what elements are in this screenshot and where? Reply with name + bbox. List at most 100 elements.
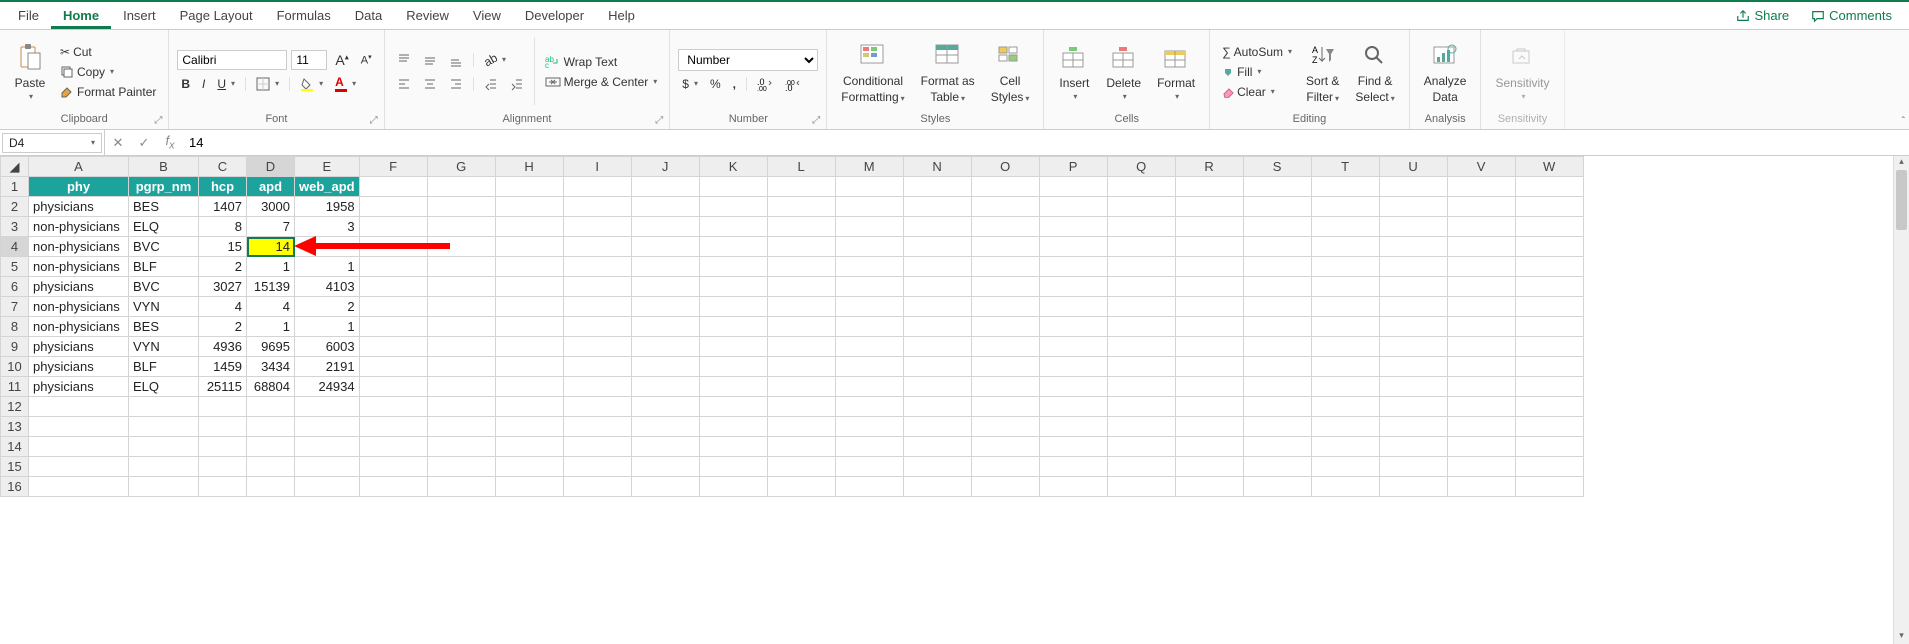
cell-P14[interactable] — [1039, 437, 1107, 457]
cell-P8[interactable] — [1039, 317, 1107, 337]
cell-E16[interactable] — [295, 477, 360, 497]
column-header-U[interactable]: U — [1379, 157, 1447, 177]
cell-M7[interactable] — [835, 297, 903, 317]
cell-L8[interactable] — [767, 317, 835, 337]
cell-U12[interactable] — [1379, 397, 1447, 417]
cell-F7[interactable] — [359, 297, 427, 317]
merge-center-button[interactable]: Merge & Center ▾ — [541, 73, 662, 91]
cell-E12[interactable] — [295, 397, 360, 417]
name-box[interactable]: D4 ▾ — [2, 133, 102, 153]
cell-B16[interactable] — [129, 477, 199, 497]
cell-E2[interactable]: 1958 — [295, 197, 360, 217]
cell-F9[interactable] — [359, 337, 427, 357]
cell-O1[interactable] — [971, 177, 1039, 197]
cell-N2[interactable] — [903, 197, 971, 217]
cell-O15[interactable] — [971, 457, 1039, 477]
cell-Q6[interactable] — [1107, 277, 1175, 297]
tab-view[interactable]: View — [461, 3, 513, 28]
cell-D12[interactable] — [247, 397, 295, 417]
cell-B15[interactable] — [129, 457, 199, 477]
cell-R1[interactable] — [1175, 177, 1243, 197]
cell-B11[interactable]: ELQ — [129, 377, 199, 397]
cell-H4[interactable] — [495, 237, 563, 257]
cell-L5[interactable] — [767, 257, 835, 277]
cell-I3[interactable] — [563, 217, 631, 237]
cell-R2[interactable] — [1175, 197, 1243, 217]
cell-M13[interactable] — [835, 417, 903, 437]
cell-F1[interactable] — [359, 177, 427, 197]
cell-O4[interactable] — [971, 237, 1039, 257]
cell-L15[interactable] — [767, 457, 835, 477]
cell-E9[interactable]: 6003 — [295, 337, 360, 357]
cell-S4[interactable] — [1243, 237, 1311, 257]
cell-T12[interactable] — [1311, 397, 1379, 417]
cell-P11[interactable] — [1039, 377, 1107, 397]
cell-R5[interactable] — [1175, 257, 1243, 277]
cell-S1[interactable] — [1243, 177, 1311, 197]
cell-L11[interactable] — [767, 377, 835, 397]
cell-T11[interactable] — [1311, 377, 1379, 397]
cell-Q9[interactable] — [1107, 337, 1175, 357]
cell-D3[interactable]: 7 — [247, 217, 295, 237]
font-color-button[interactable]: A▾ — [331, 73, 360, 94]
cell-H16[interactable] — [495, 477, 563, 497]
dialog-launcher-icon[interactable]: ⤢ — [812, 115, 820, 126]
font-name-input[interactable] — [177, 50, 287, 70]
cell-F5[interactable] — [359, 257, 427, 277]
spreadsheet-grid[interactable]: ◢ ABCDEFGHIJKLMNOPQRSTUVW 1phypgrp_nmhcp… — [0, 156, 1584, 497]
cell-I12[interactable] — [563, 397, 631, 417]
tab-formulas[interactable]: Formulas — [265, 3, 343, 28]
cell-G14[interactable] — [427, 437, 495, 457]
tab-help[interactable]: Help — [596, 3, 647, 28]
cell-R8[interactable] — [1175, 317, 1243, 337]
cell-W5[interactable] — [1515, 257, 1583, 277]
cell-D6[interactable]: 15139 — [247, 277, 295, 297]
cell-C13[interactable] — [199, 417, 247, 437]
cell-V14[interactable] — [1447, 437, 1515, 457]
cell-R6[interactable] — [1175, 277, 1243, 297]
cell-G9[interactable] — [427, 337, 495, 357]
cell-N14[interactable] — [903, 437, 971, 457]
cell-H2[interactable] — [495, 197, 563, 217]
cell-W8[interactable] — [1515, 317, 1583, 337]
cell-D14[interactable] — [247, 437, 295, 457]
cell-J3[interactable] — [631, 217, 699, 237]
wrap-text-button[interactable]: abc Wrap Text — [541, 53, 662, 71]
cell-C9[interactable]: 4936 — [199, 337, 247, 357]
cell-M9[interactable] — [835, 337, 903, 357]
row-header-11[interactable]: 11 — [1, 377, 29, 397]
cell-Q15[interactable] — [1107, 457, 1175, 477]
cell-A6[interactable]: physicians — [29, 277, 129, 297]
cell-K12[interactable] — [699, 397, 767, 417]
cell-R16[interactable] — [1175, 477, 1243, 497]
conditional-formatting-button[interactable]: Conditional Formatting▾ — [835, 38, 910, 106]
column-header-M[interactable]: M — [835, 157, 903, 177]
cell-K3[interactable] — [699, 217, 767, 237]
cell-J7[interactable] — [631, 297, 699, 317]
cell-A13[interactable] — [29, 417, 129, 437]
fill-color-button[interactable]: ▾ — [296, 75, 327, 93]
column-header-T[interactable]: T — [1311, 157, 1379, 177]
cell-M11[interactable] — [835, 377, 903, 397]
cell-B4[interactable]: BVC — [129, 237, 199, 257]
format-as-table-button[interactable]: Format as Table▾ — [915, 38, 981, 106]
cell-C5[interactable]: 2 — [199, 257, 247, 277]
cell-C12[interactable] — [199, 397, 247, 417]
cell-Q4[interactable] — [1107, 237, 1175, 257]
cell-R14[interactable] — [1175, 437, 1243, 457]
cell-C8[interactable]: 2 — [199, 317, 247, 337]
cell-H15[interactable] — [495, 457, 563, 477]
cell-R11[interactable] — [1175, 377, 1243, 397]
cell-S5[interactable] — [1243, 257, 1311, 277]
cell-A4[interactable]: non-physicians — [29, 237, 129, 257]
cell-G13[interactable] — [427, 417, 495, 437]
cell-N16[interactable] — [903, 477, 971, 497]
row-header-12[interactable]: 12 — [1, 397, 29, 417]
dialog-launcher-icon[interactable]: ⤢ — [154, 115, 162, 126]
cell-T7[interactable] — [1311, 297, 1379, 317]
cell-N15[interactable] — [903, 457, 971, 477]
cell-S10[interactable] — [1243, 357, 1311, 377]
row-header-2[interactable]: 2 — [1, 197, 29, 217]
cell-S15[interactable] — [1243, 457, 1311, 477]
cell-H5[interactable] — [495, 257, 563, 277]
